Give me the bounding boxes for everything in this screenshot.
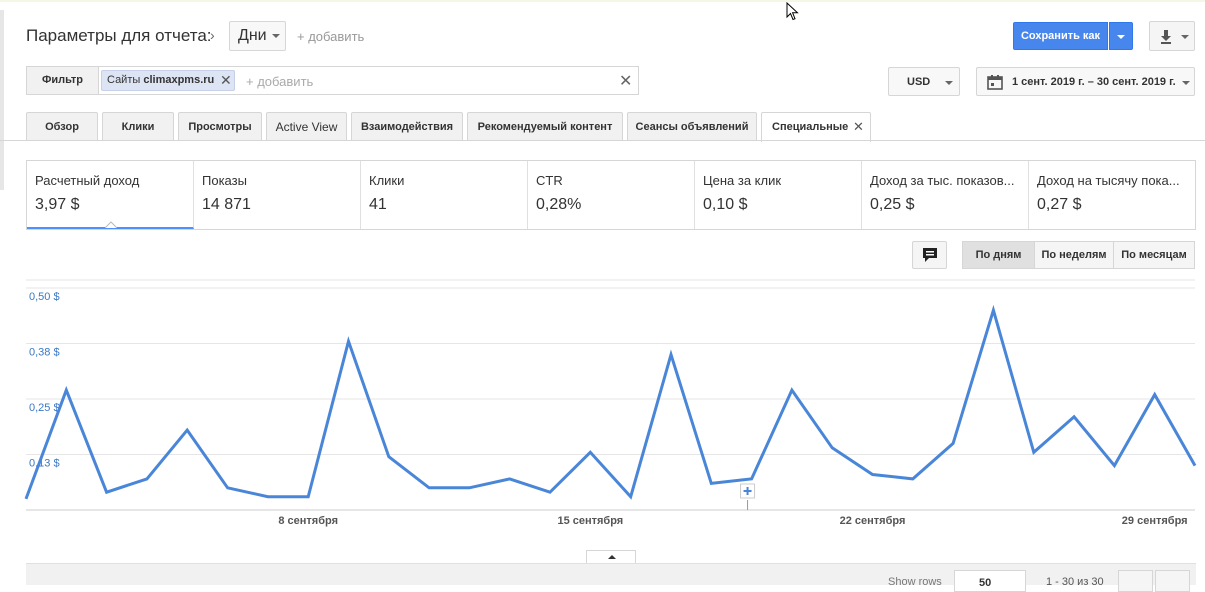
clear-filter-icon[interactable]: ✕ xyxy=(619,71,632,91)
x-tick-label: 15 сентября xyxy=(557,515,623,527)
left-scroll-edge xyxy=(0,10,4,190)
mouse-cursor-icon xyxy=(786,2,799,21)
dimension-value: Дни xyxy=(238,27,267,44)
metric-name: Доход на тысячу пока... xyxy=(1037,173,1180,188)
x-tick-label: 8 сентября xyxy=(278,515,338,527)
selected-notch-icon xyxy=(105,221,117,228)
filter-chip[interactable]: Сайты climaxpms.ru ✕ xyxy=(101,70,235,91)
x-tick-label: 22 сентября xyxy=(840,515,906,527)
tab-ad-sessions[interactable]: Сеансы объявлений xyxy=(627,112,757,141)
metric-name: Расчетный доход xyxy=(35,173,140,188)
add-dimension-link[interactable]: + добавить xyxy=(297,29,364,44)
filter-chip-value: climaxpms.ru xyxy=(143,74,215,86)
rows-per-page-value: 50 xyxy=(979,577,992,589)
y-tick-label: 0,38 $ xyxy=(29,347,60,359)
revenue-line-chart: 0,50 $ 0,38 $ 0,25 $ 0,13 $ 8 сентября 15 сен… xyxy=(24,279,1197,527)
collapse-chart-button[interactable] xyxy=(586,550,636,564)
caret-down-icon xyxy=(945,81,953,85)
metric-name: Показы xyxy=(202,173,247,188)
metric-cpc[interactable]: Цена за клик 0,10 $ xyxy=(695,161,862,229)
metric-estimated-revenue[interactable]: Расчетный доход 3,97 $ xyxy=(27,161,194,229)
download-button[interactable] xyxy=(1149,21,1195,51)
tab-clicks[interactable]: Клики xyxy=(102,112,174,141)
metric-ctr[interactable]: CTR 0,28% xyxy=(528,161,695,229)
metric-value: 0,10 $ xyxy=(703,196,748,213)
metric-value: 14 871 xyxy=(202,196,251,213)
tab-views[interactable]: Просмотры xyxy=(178,112,262,141)
tab-custom-label: Специальные xyxy=(772,121,849,133)
tab-custom[interactable]: Специальные ✕ xyxy=(761,112,871,142)
comment-icon xyxy=(923,248,937,262)
date-range-value: 1 сент. 2019 г. – 30 сент. 2019 г. xyxy=(1012,76,1176,88)
y-tick-label: 0,50 $ xyxy=(29,291,60,303)
tabs-divider xyxy=(0,140,1205,141)
tab-recommended-content[interactable]: Рекомендуемый контент xyxy=(467,112,623,141)
rows-per-page-select[interactable]: 50 xyxy=(954,570,1026,592)
pagination-range: 1 - 30 из 30 xyxy=(1046,576,1104,588)
metric-clicks[interactable]: Клики 41 xyxy=(361,161,528,229)
metric-name: Доход за тыс. показов... xyxy=(870,173,1015,188)
y-tick-label: 0,13 $ xyxy=(29,458,60,470)
filter-button[interactable]: Фильтр xyxy=(27,67,99,94)
metric-name: CTR xyxy=(536,173,563,188)
calendar-icon xyxy=(987,75,1003,90)
top-border xyxy=(0,0,1205,2)
caret-down-icon xyxy=(271,33,280,38)
metric-value: 0,27 $ xyxy=(1037,196,1082,213)
page-title: Параметры для отчета: xyxy=(26,26,212,45)
metric-impressions[interactable]: Показы 14 871 xyxy=(194,161,361,229)
x-tick-label: 29 сентября xyxy=(1122,515,1188,527)
prev-page-button[interactable] xyxy=(1118,570,1153,592)
remove-chip-icon[interactable]: ✕ xyxy=(220,72,232,89)
metric-value: 0,28% xyxy=(536,196,582,213)
tab-overview[interactable]: Обзор xyxy=(26,112,98,141)
date-range-select[interactable]: 1 сент. 2019 г. – 30 сент. 2019 г. xyxy=(976,67,1195,96)
save-as-button[interactable]: Сохранить как xyxy=(1013,22,1108,50)
filter-bar: Фильтр Сайты climaxpms.ru ✕ + добавить ✕ xyxy=(26,66,639,95)
metric-name: Цена за клик xyxy=(703,173,782,188)
save-as-dropdown-button[interactable] xyxy=(1109,22,1133,50)
metric-value: 0,25 $ xyxy=(870,196,915,213)
group-by-months-button[interactable]: По месяцам xyxy=(1113,241,1195,269)
metric-name: Клики xyxy=(369,173,405,188)
group-by-days-button[interactable]: По дням xyxy=(962,241,1035,269)
metrics-scorecard: Расчетный доход 3,97 $ Показы 14 871 Кли… xyxy=(26,160,1196,230)
filter-chip-prefix: Сайты xyxy=(107,74,141,86)
metric-rpm-pages[interactable]: Доход на тысячу пока... 0,27 $ xyxy=(1029,161,1195,229)
chevron-right-icon: › xyxy=(210,27,215,43)
next-page-button[interactable] xyxy=(1155,570,1190,592)
close-tab-icon[interactable]: ✕ xyxy=(853,113,864,141)
group-by-weeks-button[interactable]: По неделям xyxy=(1034,241,1114,269)
show-rows-label: Show rows xyxy=(888,576,942,588)
download-icon xyxy=(1161,30,1189,44)
tab-interactions[interactable]: Взаимодействия xyxy=(351,112,463,141)
metric-value: 3,97 $ xyxy=(35,196,80,213)
currency-select[interactable]: USD xyxy=(888,67,960,96)
caret-down-icon xyxy=(1117,35,1125,39)
dimension-select[interactable]: Дни xyxy=(229,21,286,51)
add-filter-link[interactable]: + добавить xyxy=(246,74,313,89)
currency-value: USD xyxy=(907,76,931,88)
metric-rpm-impressions[interactable]: Доход за тыс. показов... 0,25 $ xyxy=(862,161,1029,229)
metric-value: 41 xyxy=(369,196,387,213)
y-tick-label: 0,25 $ xyxy=(29,402,60,414)
series-line xyxy=(24,304,1197,500)
annotation-button[interactable] xyxy=(912,241,947,269)
caret-down-icon xyxy=(1182,81,1190,85)
tab-active-view[interactable]: Active View xyxy=(266,112,347,141)
